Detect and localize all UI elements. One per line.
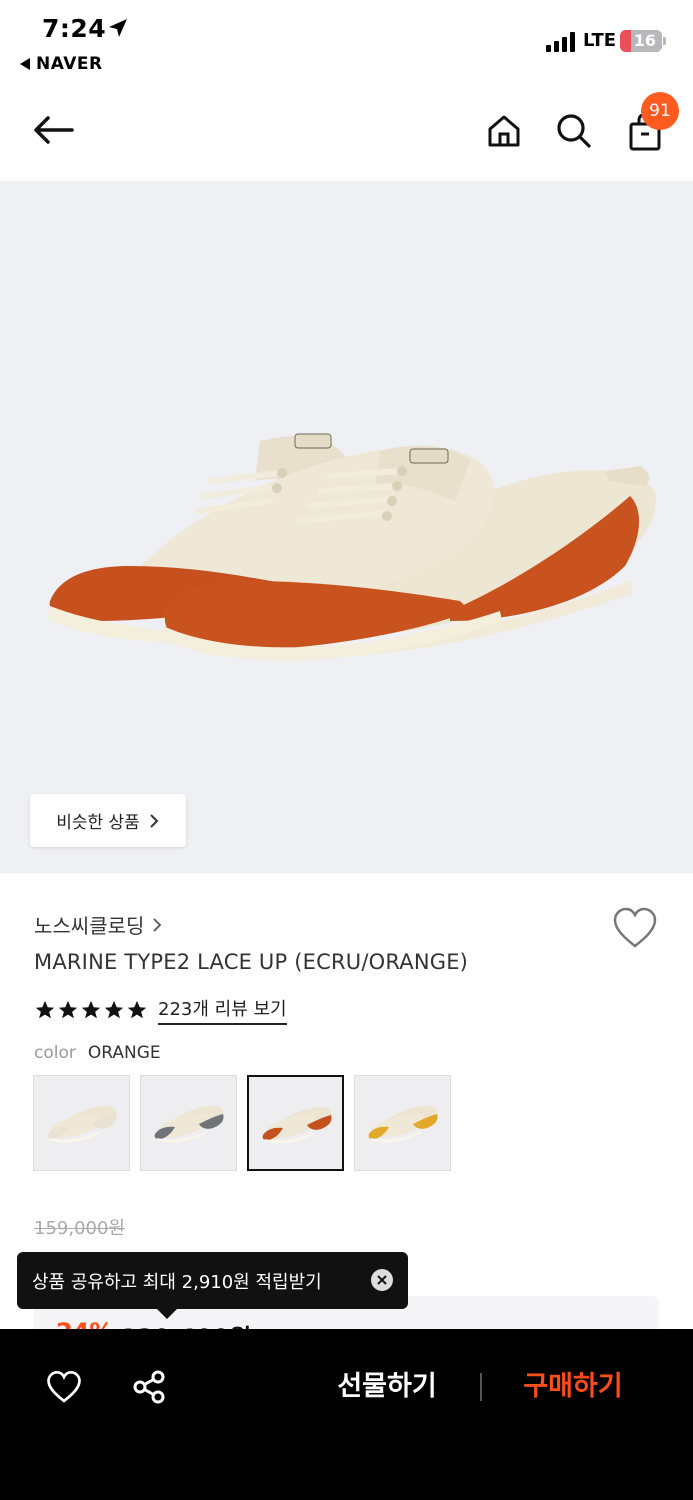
back-button[interactable]	[28, 105, 78, 155]
star-icon	[58, 1000, 78, 1019]
product-title: MARINE TYPE2 LACE UP (ECRU/ORANGE)	[34, 950, 469, 974]
review-link[interactable]: 223개 리뷰 보기	[158, 995, 287, 1025]
search-icon	[557, 114, 591, 148]
color-row: color ORANGE	[34, 1043, 161, 1063]
heart-icon	[47, 1370, 81, 1403]
top-nav	[0, 80, 693, 180]
tooltip-text: 상품 공유하고 최대 2,910원 적립받기	[32, 1271, 322, 1293]
star-icon	[104, 1000, 124, 1019]
share-button[interactable]	[127, 1365, 171, 1409]
brand-name: 노스씨클로딩	[34, 914, 145, 938]
similar-products-button[interactable]: 비슷한 상품	[30, 794, 186, 847]
bottom-action-bar: 선물하기 구매하기	[0, 1329, 693, 1500]
back-triangle-icon	[20, 58, 30, 70]
color-swatch-ecru[interactable]	[33, 1075, 130, 1171]
swatch-shoe-image	[47, 1106, 117, 1143]
wishlist-heart-icon[interactable]	[612, 906, 658, 950]
star-icon	[127, 1000, 147, 1019]
star-icon	[35, 1000, 55, 1019]
status-time: 7:24	[42, 14, 107, 43]
sneaker-pair-image	[48, 433, 656, 661]
original-price: 159,000원	[34, 1218, 125, 1239]
cart-count-badge: 91	[641, 92, 679, 130]
color-swatch-orange[interactable]	[247, 1075, 344, 1171]
tooltip-close-button[interactable]	[371, 1269, 393, 1291]
signal-icon	[546, 32, 575, 52]
swatch-shoe-image	[368, 1106, 438, 1143]
color-swatch-grey[interactable]	[140, 1075, 237, 1171]
gift-button[interactable]: 선물하기	[312, 1367, 462, 1407]
back-arrow-icon	[34, 116, 74, 144]
swatch-shoe-image	[154, 1106, 224, 1143]
battery-cap	[663, 37, 666, 45]
similar-products-label: 비슷한 상품	[56, 813, 140, 833]
close-icon	[377, 1275, 387, 1285]
search-button[interactable]	[549, 106, 599, 156]
back-app-label: NAVER	[36, 54, 103, 74]
location-arrow-icon	[109, 19, 127, 37]
status-bar: 7:24 NAVER LTE 16	[0, 0, 693, 80]
network-type: LTE	[583, 30, 617, 51]
bottom-wishlist-button[interactable]	[42, 1365, 86, 1409]
battery-icon: 16	[620, 30, 662, 52]
home-button[interactable]	[479, 106, 529, 156]
back-to-app-link[interactable]: NAVER	[20, 54, 103, 74]
share-icon	[133, 1370, 165, 1404]
home-icon	[488, 115, 520, 147]
color-swatch-yellow[interactable]	[354, 1075, 451, 1171]
swatch-shoe-image	[262, 1107, 332, 1144]
rating-row: 223개 리뷰 보기	[34, 995, 287, 1025]
share-reward-tooltip: 상품 공유하고 최대 2,910원 적립받기	[17, 1252, 408, 1319]
bottom-divider	[480, 1373, 482, 1401]
color-value: ORANGE	[87, 1043, 161, 1063]
star-rating	[34, 999, 148, 1021]
product-image[interactable]: 비슷한 상품	[0, 181, 693, 873]
battery-level: 16	[633, 31, 656, 50]
chevron-right-icon	[153, 917, 162, 932]
buy-button[interactable]: 구매하기	[498, 1367, 648, 1407]
brand-link[interactable]: 노스씨클로딩	[34, 910, 162, 939]
color-swatches	[33, 1075, 451, 1171]
color-label: color	[34, 1043, 76, 1063]
star-icon	[81, 1000, 101, 1019]
chevron-right-icon	[150, 813, 159, 828]
